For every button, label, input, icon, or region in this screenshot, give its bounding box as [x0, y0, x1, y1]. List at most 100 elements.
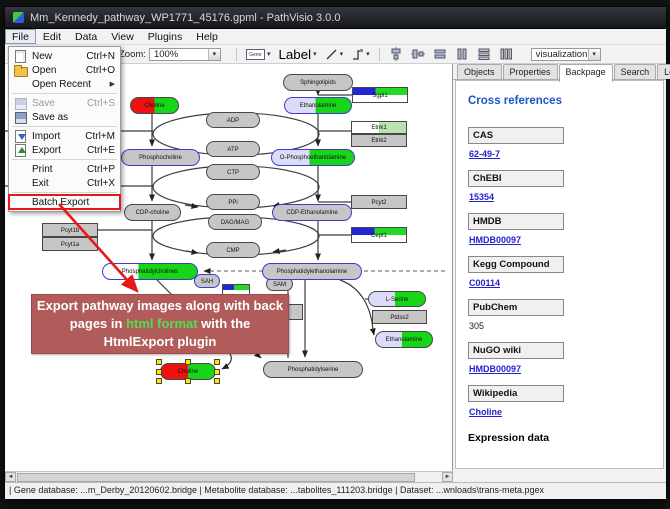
scrollbar-thumb[interactable] — [17, 473, 415, 482]
node-sphingolipids[interactable]: Sphingolipids — [283, 74, 353, 91]
node-adp[interactable]: ADP — [206, 112, 260, 128]
file-menu-item-open-recent[interactable]: Open Recent▶ — [9, 77, 120, 91]
datanode-tool-button[interactable]: Gene ▾ — [243, 46, 274, 62]
visualization-value: visualization — [536, 49, 588, 60]
common-height-button[interactable] — [452, 46, 472, 62]
align-center-x-button[interactable] — [386, 46, 406, 62]
chevron-down-icon[interactable]: ▾ — [313, 50, 317, 58]
selection-handle[interactable] — [156, 378, 162, 384]
node-phosphatidylcholines[interactable]: Phosphatidylcholines — [102, 263, 198, 280]
common-width-icon — [433, 47, 447, 61]
menu-item-label: Open — [32, 65, 56, 76]
file-menu-item-save-as[interactable]: Save as — [9, 110, 120, 124]
file-menu-item-export[interactable]: ExportCtrl+E — [9, 143, 120, 157]
common-width-button[interactable] — [430, 46, 450, 62]
menu-bar: FileEditDataViewPluginsHelp — [5, 29, 666, 45]
node-sgpl1[interactable]: Sgpl1 — [352, 87, 408, 103]
selection-handle[interactable] — [214, 359, 220, 365]
stack-vertical-button[interactable] — [496, 46, 516, 62]
line-tool-button[interactable]: ▾ — [322, 46, 347, 62]
stack-horizontal-icon — [477, 47, 491, 61]
node-pcyt2[interactable]: Pcyt2 — [351, 195, 407, 209]
selection-handle[interactable] — [185, 378, 191, 384]
menu-item-icon — [13, 196, 28, 208]
file-menu-item-save[interactable]: SaveCtrl+S — [9, 96, 120, 110]
link-hmdb00097[interactable]: HMDB00097 — [469, 364, 521, 374]
link-choline[interactable]: Choline — [469, 407, 502, 417]
node-ethanolamine[interactable]: Ethanolamine — [375, 331, 433, 348]
menubar-item-help[interactable]: Help — [189, 29, 225, 44]
node-pcyt1a[interactable]: Pcyt1a — [42, 237, 98, 251]
menubar-item-edit[interactable]: Edit — [36, 29, 68, 44]
selection-handle[interactable] — [156, 359, 162, 365]
tab-search[interactable]: Search — [614, 64, 657, 79]
menubar-item-view[interactable]: View — [104, 29, 141, 44]
link-15354[interactable]: 15354 — [469, 192, 494, 202]
file-menu-item-new[interactable]: NewCtrl+N — [9, 49, 120, 63]
node-etnk1[interactable]: Etnk1 — [351, 121, 407, 134]
menubar-item-data[interactable]: Data — [68, 29, 104, 44]
menu-item-shortcut: Ctrl+P — [87, 164, 115, 175]
menubar-item-plugins[interactable]: Plugins — [141, 29, 189, 44]
selection-handle[interactable] — [156, 369, 162, 375]
node-ppi[interactable]: PPi — [206, 194, 260, 210]
label-tool-button[interactable]: Label ▾ — [275, 46, 319, 62]
tab-backpage[interactable]: Backpage — [559, 64, 613, 82]
node-phosphatidylserine[interactable]: Phosphatidylserine — [263, 361, 363, 378]
selection-handle[interactable] — [214, 378, 220, 384]
file-menu-item-print[interactable]: PrintCtrl+P — [9, 162, 120, 176]
tab-properties[interactable]: Properties — [503, 64, 558, 79]
node-etnk2[interactable]: Etnk2 — [351, 134, 407, 147]
chevron-down-icon[interactable]: ▾ — [267, 50, 271, 58]
align-center-y-button[interactable] — [408, 46, 428, 62]
chevron-down-icon[interactable]: ▾ — [588, 49, 600, 60]
chevron-down-icon[interactable]: ▾ — [366, 50, 370, 58]
link-hmdb00097[interactable]: HMDB00097 — [469, 235, 521, 245]
node-ptdss2[interactable]: Ptdss2 — [372, 310, 427, 324]
link-c00114[interactable]: C00114 — [469, 278, 500, 288]
expression-data-heading: Expression data — [468, 432, 653, 444]
node-phosphatidylethanolamine[interactable]: Phosphatidylethanolamine — [262, 263, 362, 280]
file-menu-item-open[interactable]: OpenCtrl+O — [9, 63, 120, 77]
file-menu-item-exit[interactable]: ExitCtrl+X — [9, 176, 120, 190]
node-label: Phosphatidylethanolamine — [283, 267, 342, 276]
node-cdp-choline[interactable]: CDP-choline — [124, 204, 181, 221]
connector-icon — [351, 48, 364, 61]
stack-horizontal-button[interactable] — [474, 46, 494, 62]
link-62-49-7[interactable]: 62-49-7 — [469, 149, 500, 159]
node-sah[interactable]: SAH — [194, 274, 220, 288]
node-ctp[interactable]: CTP — [206, 164, 260, 180]
node-pcyt1b[interactable]: Pcyt1b — [42, 223, 98, 237]
zoom-label: Zoom: — [119, 49, 146, 60]
tab-objects[interactable]: Objects — [457, 64, 502, 79]
node-atp[interactable]: ATP — [206, 141, 260, 157]
node-cdp-ethanolamine[interactable]: CDP-Ethanolamine — [272, 204, 352, 221]
node-l-serine[interactable]: L-Serine — [368, 291, 426, 307]
node-o-phosphoethanolamine[interactable]: O-Phosphoethanolamine — [271, 149, 355, 166]
file-menu: NewCtrl+NOpenCtrl+OOpen Recent▶ SaveCtrl+… — [8, 46, 121, 212]
node-ethanolamine[interactable]: Ethanolamine — [284, 97, 352, 114]
file-menu-item-batch-export[interactable]: Batch Export — [9, 195, 120, 209]
selection-handle[interactable] — [185, 359, 191, 365]
connector-tool-button[interactable]: ▾ — [348, 46, 373, 62]
node-cmp[interactable]: CMP — [206, 242, 260, 258]
scroll-right-icon[interactable]: ► — [442, 472, 453, 482]
chevron-down-icon[interactable]: ▾ — [208, 49, 220, 60]
node-cept1[interactable]: Cept1 — [351, 227, 407, 243]
node-choline[interactable]: Choline — [130, 97, 179, 114]
chevron-down-icon[interactable]: ▾ — [340, 50, 344, 58]
menu-item-label: Save as — [32, 112, 68, 123]
section-title-cas: CAS — [468, 127, 564, 144]
horizontal-scrollbar[interactable]: ◄ ► — [5, 471, 453, 482]
menubar-item-file[interactable]: File — [5, 29, 36, 44]
file-menu-item-import[interactable]: ImportCtrl+M — [9, 129, 120, 143]
titlebar[interactable]: Mm_Kennedy_pathway_WP1771_45176.gpml - P… — [5, 7, 666, 29]
zoom-combobox[interactable]: 100% ▾ — [149, 48, 221, 61]
section-title-wikipedia: Wikipedia — [468, 385, 564, 402]
node-dag-mag[interactable]: DAG/MAG — [208, 214, 262, 230]
tab-legend[interactable]: Legend — [657, 64, 670, 79]
selection-handle[interactable] — [214, 369, 220, 375]
node-phosphocholine[interactable]: Phosphocholine — [121, 149, 200, 166]
visualization-combobox[interactable]: visualization ▾ — [531, 48, 601, 61]
scroll-left-icon[interactable]: ◄ — [5, 472, 16, 482]
